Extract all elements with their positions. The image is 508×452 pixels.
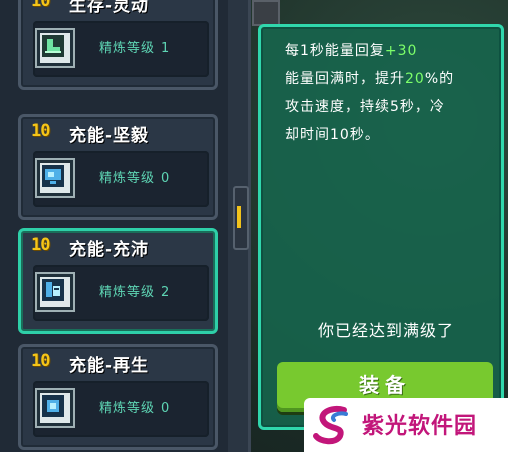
upgrade-level: 10 <box>31 351 50 371</box>
upgrade-title: 充能-充沛 <box>69 240 150 260</box>
refine-label: 精炼等级 <box>99 285 156 300</box>
scrollbar-grip <box>237 206 241 228</box>
max-level-message: 你已经达到满级了 <box>317 321 454 340</box>
background-prop <box>252 0 280 26</box>
refine-level: 精炼等级 2 <box>99 281 219 300</box>
upgrade-card-survival-agile[interactable]: 10 生存-灵动 精炼等级 1 <box>18 0 218 90</box>
upgrade-title: 生存-灵动 <box>69 0 150 16</box>
desc-text: 能量回满时，提升 <box>285 71 405 87</box>
watermark-logo-icon <box>313 406 348 445</box>
upgrade-title: 充能-再生 <box>69 356 150 376</box>
desc-text: 每1秒能量回复 <box>285 43 385 59</box>
refine-label: 精炼等级 <box>99 401 156 416</box>
upgrade-description: 每1秒能量回复+30 能量回满时，提升20%的 攻击速度，持续5秒，冷 却时间1… <box>285 37 495 149</box>
refine-value: 0 <box>161 401 171 416</box>
desc-text: 却时间10秒。 <box>285 127 380 143</box>
refine-level: 精炼等级 0 <box>99 167 219 186</box>
boot-icon <box>35 28 75 68</box>
upgrade-card-charge-regen[interactable]: 10 充能-再生 精炼等级 0 <box>18 344 218 450</box>
refine-value: 1 <box>161 41 171 56</box>
monitor-icon <box>35 158 75 198</box>
refine-label: 精炼等级 <box>99 41 156 56</box>
desc-text: 攻击速度，持续5秒，冷 <box>285 99 445 115</box>
upgrade-level: 10 <box>31 0 50 11</box>
upgrade-card-charge-steadfast[interactable]: 10 充能-坚毅 精炼等级 0 <box>18 114 218 220</box>
upgrade-card-charge-abundant[interactable]: 10 充能-充沛 精炼等级 2 <box>18 228 218 334</box>
refine-label: 精炼等级 <box>99 171 156 186</box>
scrollbar-thumb[interactable] <box>233 186 249 250</box>
refine-level: 精炼等级 0 <box>99 397 219 416</box>
desc-highlight: 20 <box>405 71 425 87</box>
upgrade-title: 充能-坚毅 <box>69 126 150 146</box>
refine-level: 精炼等级 1 <box>99 37 219 56</box>
leaf-icon <box>35 388 75 428</box>
upgrade-list-panel: 10 生存-灵动 精炼等级 1 10 充能-坚毅 精炼等级 0 10 充能-充沛… <box>0 0 251 452</box>
desc-text: %的 <box>424 71 455 87</box>
desc-highlight: +30 <box>384 43 418 59</box>
refine-value: 2 <box>161 285 171 300</box>
watermark-text: 紫光软件园 <box>362 414 478 439</box>
chip-icon <box>35 272 75 312</box>
upgrade-level: 10 <box>31 235 50 255</box>
refine-value: 0 <box>161 171 171 186</box>
upgrade-level: 10 <box>31 121 50 141</box>
